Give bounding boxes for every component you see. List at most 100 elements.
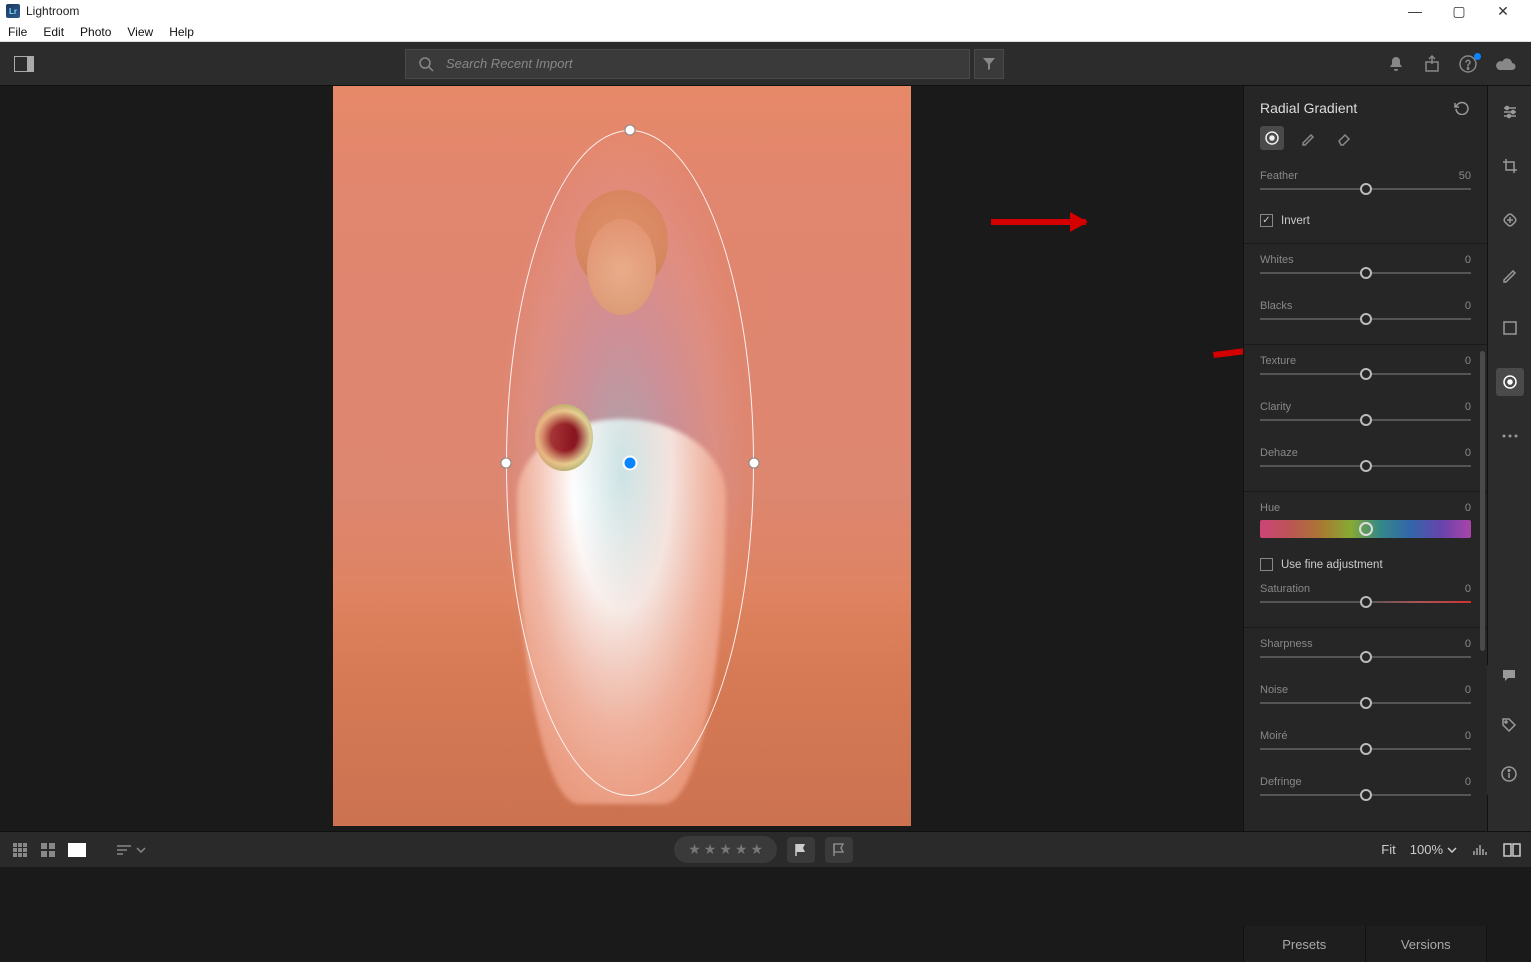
texture-slider[interactable]	[1260, 373, 1471, 375]
texture-value: 0	[1465, 355, 1471, 367]
search-input[interactable]: Search Recent Import	[405, 49, 970, 79]
radial-center-pin[interactable]	[623, 456, 638, 471]
hue-label: Hue	[1260, 502, 1280, 514]
menu-edit[interactable]: Edit	[35, 25, 72, 39]
feather-slider[interactable]	[1260, 188, 1471, 190]
moiré-slider[interactable]	[1260, 748, 1471, 750]
histogram-toggle-icon[interactable]	[1471, 843, 1489, 857]
star-icon: ★	[750, 841, 763, 858]
dehaze-value: 0	[1465, 447, 1471, 459]
zoom-select[interactable]: 100%	[1410, 842, 1457, 857]
help-icon[interactable]	[1459, 55, 1477, 73]
radial-handle-top[interactable]	[625, 125, 636, 136]
fit-label[interactable]: Fit	[1381, 842, 1395, 857]
mask-new-button[interactable]	[1260, 126, 1284, 150]
defringe-slider[interactable]	[1260, 794, 1471, 796]
reset-icon[interactable]	[1453, 101, 1471, 115]
feather-value: 50	[1459, 170, 1471, 182]
panel-toggle-button[interactable]	[14, 56, 34, 72]
edit-sliders-tool[interactable]	[1496, 98, 1524, 126]
whites-label: Whites	[1260, 254, 1294, 266]
search-placeholder: Search Recent Import	[446, 56, 572, 71]
hue-slider[interactable]	[1260, 520, 1471, 538]
radial-gradient-tool[interactable]	[1496, 368, 1524, 396]
image-canvas[interactable]	[0, 86, 1243, 831]
menu-photo[interactable]: Photo	[72, 25, 119, 39]
compare-view-icon[interactable]	[1503, 843, 1521, 857]
grid-view-small-button[interactable]	[12, 842, 28, 858]
info-rail	[1487, 665, 1531, 795]
noise-slider[interactable]	[1260, 702, 1471, 704]
flag-pick-button[interactable]	[787, 837, 815, 863]
funnel-icon	[982, 57, 996, 71]
invert-checkbox-row[interactable]: Invert	[1244, 210, 1487, 239]
window-maximize-button[interactable]: ▢	[1437, 3, 1481, 20]
main-area: Radial Gradient Feather 50 Invert	[0, 86, 1531, 831]
flag-reject-button[interactable]	[825, 837, 853, 863]
window-minimize-button[interactable]: —	[1393, 3, 1437, 19]
dehaze-label: Dehaze	[1260, 447, 1298, 459]
tag-icon[interactable]	[1495, 714, 1523, 737]
chevron-down-icon	[136, 847, 146, 853]
window-close-button[interactable]: ✕	[1481, 3, 1525, 20]
menu-file[interactable]: File	[0, 25, 35, 39]
info-icon[interactable]	[1495, 762, 1523, 785]
brush-tool[interactable]	[1496, 260, 1524, 288]
dehaze-slider[interactable]	[1260, 465, 1471, 467]
fine-adjustment-label: Use fine adjustment	[1281, 559, 1383, 571]
presets-tab[interactable]: Presets	[1244, 926, 1366, 962]
noise-value: 0	[1465, 684, 1471, 696]
search-icon	[418, 56, 434, 72]
clarity-label: Clarity	[1260, 401, 1291, 413]
app-title: Lightroom	[26, 4, 79, 18]
mask-brush-button[interactable]	[1296, 126, 1320, 150]
sharpness-value: 0	[1465, 638, 1471, 650]
versions-tab[interactable]: Versions	[1366, 926, 1488, 962]
texture-label: Texture	[1260, 355, 1296, 367]
cloud-sync-icon[interactable]	[1495, 56, 1517, 72]
bottom-bar: ★★★★★ Fit 100% Presets Versions	[0, 831, 1531, 867]
mask-erase-button[interactable]	[1332, 126, 1356, 150]
saturation-slider[interactable]	[1260, 601, 1471, 603]
hue-value: 0	[1465, 502, 1471, 514]
crop-tool[interactable]	[1496, 152, 1524, 180]
rating-control[interactable]: ★★★★★	[674, 836, 777, 863]
window-titlebar: Lr Lightroom — ▢ ✕	[0, 0, 1531, 22]
top-toolbar: Search Recent Import	[0, 42, 1531, 86]
defringe-value: 0	[1465, 776, 1471, 788]
share-icon[interactable]	[1423, 55, 1441, 73]
annotation-arrow	[991, 219, 1086, 225]
single-view-button[interactable]	[68, 843, 86, 857]
sort-button[interactable]	[116, 844, 146, 856]
filter-button[interactable]	[974, 49, 1004, 79]
comments-icon[interactable]	[1495, 665, 1523, 688]
chevron-down-icon	[1447, 847, 1457, 853]
radial-handle-left[interactable]	[500, 458, 511, 469]
saturation-value: 0	[1465, 583, 1471, 595]
invert-label: Invert	[1281, 215, 1310, 227]
clarity-value: 0	[1465, 401, 1471, 413]
clarity-slider[interactable]	[1260, 419, 1471, 421]
grid-view-large-button[interactable]	[40, 842, 56, 858]
menu-view[interactable]: View	[119, 25, 161, 39]
more-tools[interactable]	[1496, 422, 1524, 450]
sharpness-slider[interactable]	[1260, 656, 1471, 658]
edit-panel: Radial Gradient Feather 50 Invert	[1243, 86, 1487, 831]
invert-checkbox[interactable]	[1260, 214, 1273, 227]
linear-gradient-tool[interactable]	[1496, 314, 1524, 342]
panel-scrollbar[interactable]	[1480, 351, 1485, 651]
moiré-label: Moiré	[1260, 730, 1288, 742]
sharpness-label: Sharpness	[1260, 638, 1313, 650]
radial-handle-right[interactable]	[749, 458, 760, 469]
fine-adjustment-row[interactable]: Use fine adjustment	[1244, 558, 1487, 583]
fine-adjustment-checkbox[interactable]	[1260, 558, 1273, 571]
photo-preview	[333, 86, 911, 826]
menu-help[interactable]: Help	[161, 25, 202, 39]
whites-slider[interactable]	[1260, 272, 1471, 274]
notifications-icon[interactable]	[1387, 55, 1405, 73]
star-icon: ★	[735, 841, 748, 858]
feather-label: Feather	[1260, 170, 1298, 182]
app-logo: Lr	[6, 4, 20, 18]
blacks-slider[interactable]	[1260, 318, 1471, 320]
healing-tool[interactable]	[1496, 206, 1524, 234]
